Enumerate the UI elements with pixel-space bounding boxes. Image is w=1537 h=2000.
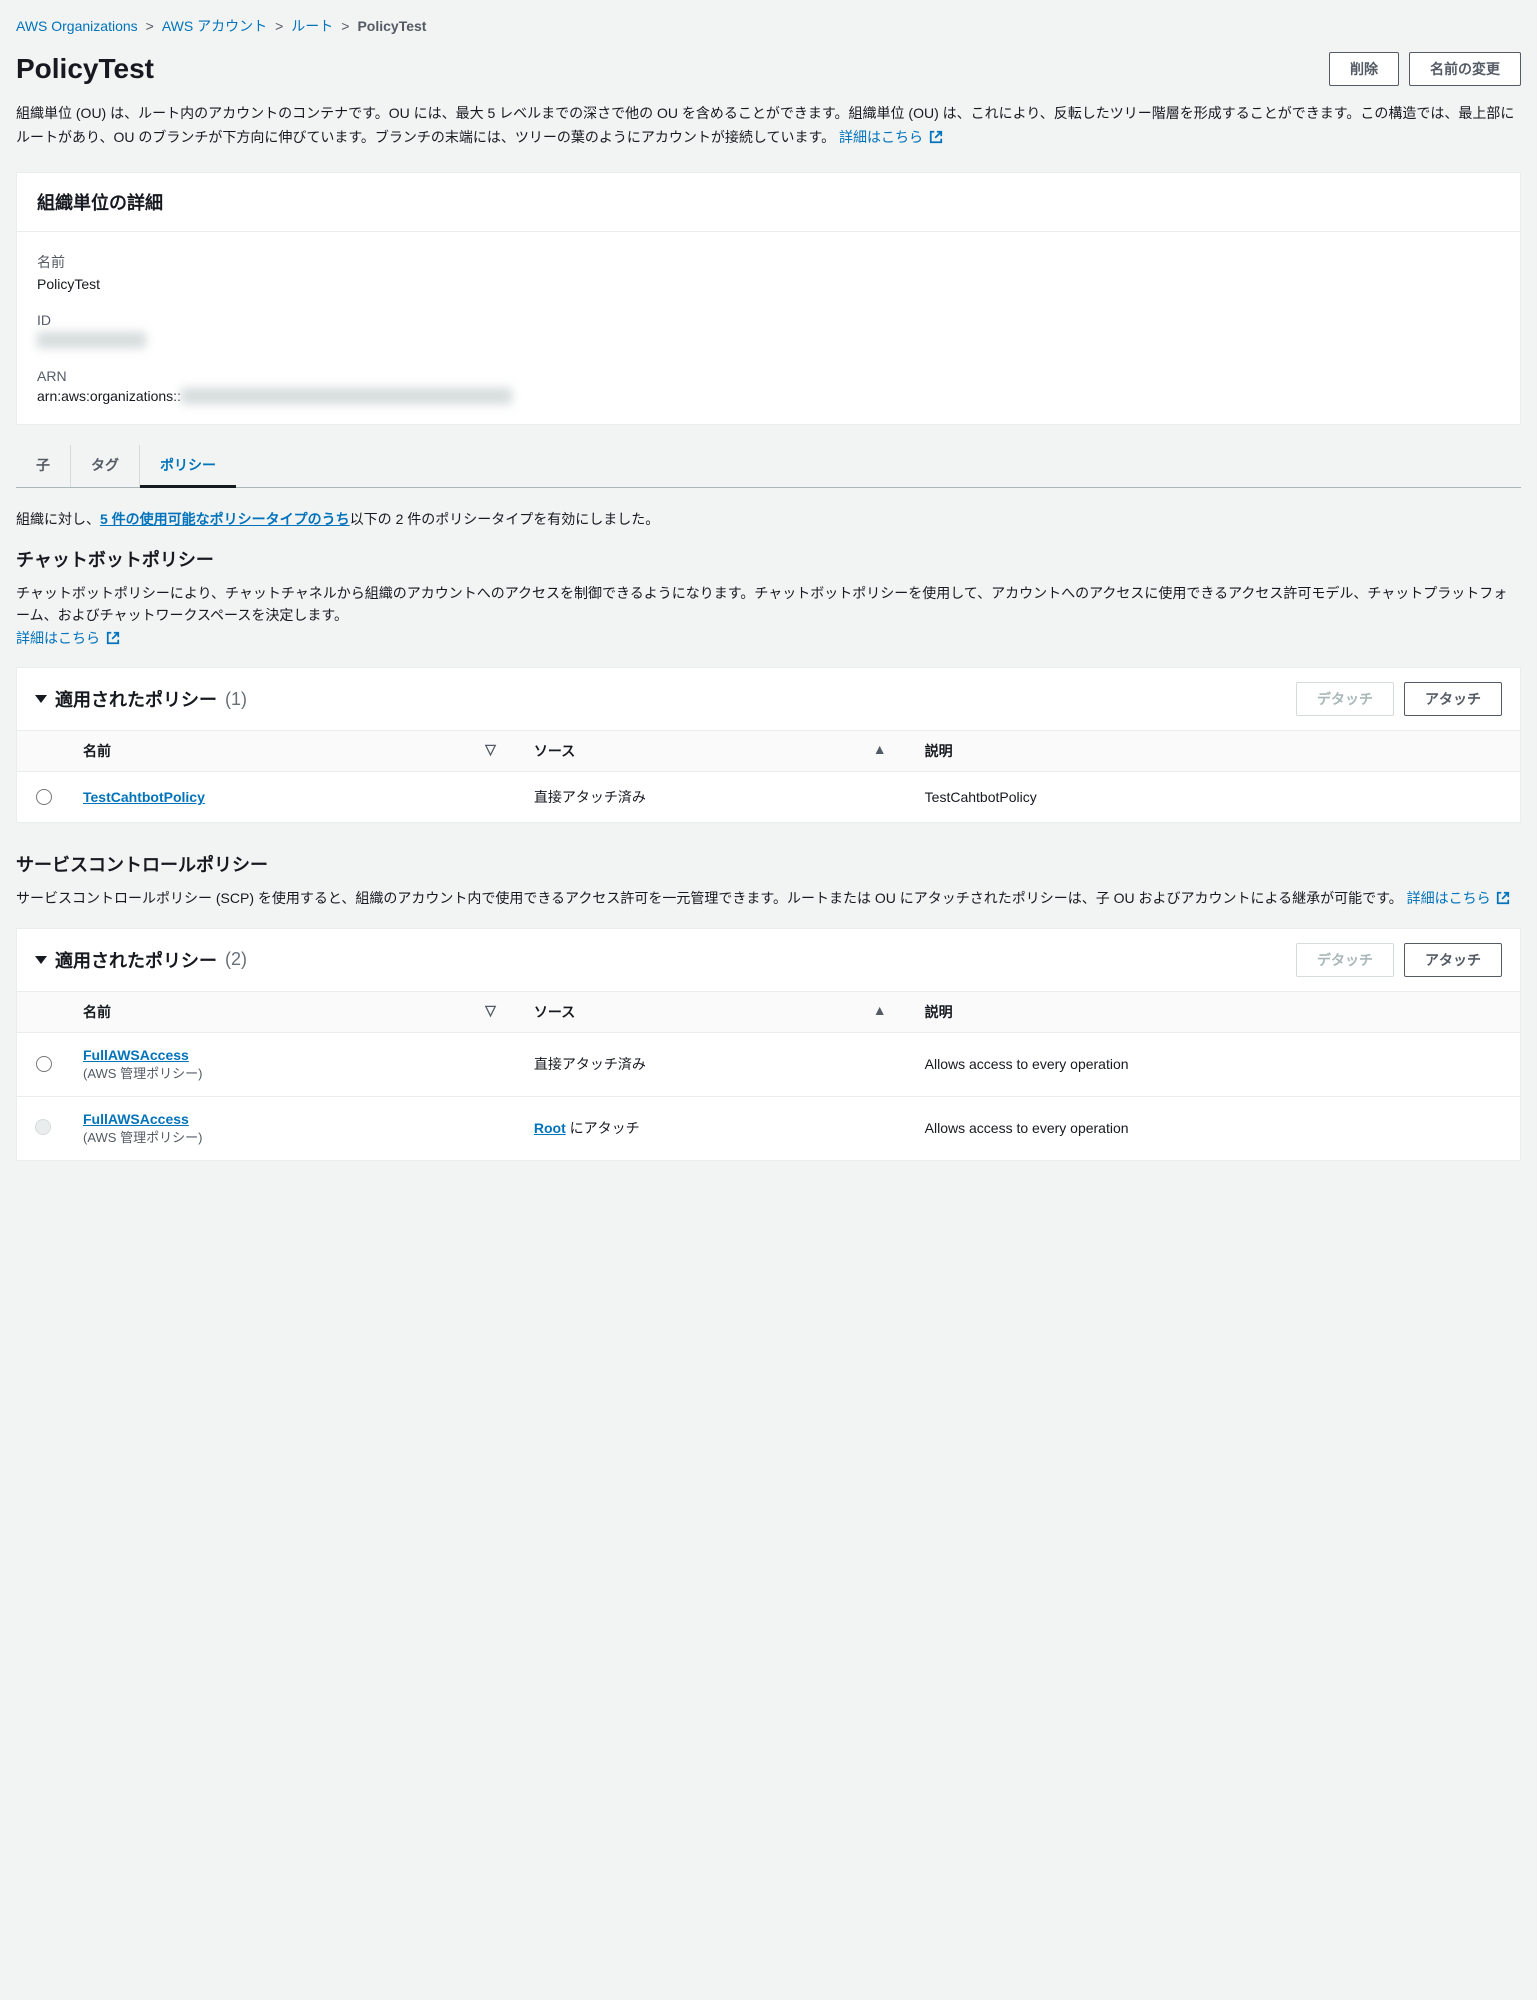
scp-detach-button[interactable]: デタッチ	[1296, 943, 1394, 977]
policy-sub-label: (AWS 管理ポリシー)	[83, 1066, 202, 1081]
policy-name-link[interactable]: FullAWSAccess	[83, 1047, 189, 1063]
source-root-link[interactable]: Root	[534, 1120, 566, 1136]
table-row: TestCahtbotPolicy 直接アタッチ済み TestCahtbotPo…	[17, 772, 1520, 823]
tabs: 子 タグ ポリシー	[16, 445, 1521, 488]
policy-source: 直接アタッチ済み	[520, 772, 911, 823]
name-label: 名前	[37, 252, 1500, 272]
chatbot-title: チャットボットポリシー	[16, 546, 1521, 572]
policy-source: Root にアタッチ	[520, 1096, 911, 1160]
col-name-header[interactable]: 名前▽	[69, 731, 520, 772]
page-description: 組織単位 (OU) は、ルート内のアカウントのコンテナです。OU には、最大 5…	[16, 102, 1521, 152]
col-source-header[interactable]: ソース▲	[520, 731, 911, 772]
chatbot-learn-more-link[interactable]: 詳細はこちら	[16, 630, 120, 646]
tab-children[interactable]: 子	[16, 445, 71, 487]
policy-name-link[interactable]: TestCahtbotPolicy	[83, 789, 205, 805]
col-select	[17, 731, 69, 772]
chatbot-policies-table: 名前▽ ソース▲ 説明 TestCahtbotPolicy 直接アタッチ済み T…	[17, 730, 1520, 822]
breadcrumb-organizations[interactable]: AWS Organizations	[16, 18, 138, 34]
tab-policies[interactable]: ポリシー	[140, 445, 236, 488]
row-select-radio[interactable]	[36, 789, 52, 805]
policy-intro: 組織に対し、5 件の使用可能なポリシータイプのうち以下の 2 件のポリシータイプ…	[16, 508, 1521, 530]
caret-down-icon	[35, 695, 47, 703]
chatbot-detach-button[interactable]: デタッチ	[1296, 682, 1394, 716]
details-header: 組織単位の詳細	[37, 189, 1500, 215]
breadcrumb-current: PolicyTest	[357, 18, 426, 34]
learn-more-link[interactable]: 詳細はこちら	[839, 129, 943, 145]
row-select-radio[interactable]	[36, 1056, 52, 1072]
sort-asc-icon: ▲	[873, 741, 887, 757]
chatbot-applied-title[interactable]: 適用されたポリシー (1)	[35, 686, 247, 712]
policy-desc: Allows access to every operation	[911, 1032, 1520, 1096]
external-link-icon	[1496, 889, 1510, 911]
chatbot-applied-policies-panel: 適用されたポリシー (1) デタッチ アタッチ 名前▽ ソース▲ 説明 Test…	[16, 667, 1521, 823]
scp-learn-more-link[interactable]: 詳細はこちら	[1407, 890, 1511, 906]
policy-types-link[interactable]: 5 件の使用可能なポリシータイプのうち	[100, 511, 350, 527]
name-value: PolicyTest	[37, 276, 1500, 292]
col-select	[17, 991, 69, 1032]
id-label: ID	[37, 312, 1500, 328]
sort-desc-icon: ▽	[485, 1002, 496, 1019]
table-row: FullAWSAccess (AWS 管理ポリシー) 直接アタッチ済み Allo…	[17, 1032, 1520, 1096]
policy-desc: Allows access to every operation	[911, 1096, 1520, 1160]
scp-applied-policies-panel: 適用されたポリシー (2) デタッチ アタッチ 名前▽ ソース▲ 説明 Full…	[16, 928, 1521, 1161]
col-name-header[interactable]: 名前▽	[69, 991, 520, 1032]
ou-details-panel: 組織単位の詳細 名前 PolicyTest ID ou-xxxx-xxxxxxx…	[16, 172, 1521, 425]
table-row: FullAWSAccess (AWS 管理ポリシー) Root にアタッチ Al…	[17, 1096, 1520, 1160]
scp-description: サービスコントロールポリシー (SCP) を使用すると、組織のアカウント内で使用…	[16, 887, 1521, 911]
breadcrumb-root[interactable]: ルート	[291, 16, 333, 36]
sort-desc-icon: ▽	[485, 741, 496, 758]
rename-button[interactable]: 名前の変更	[1409, 52, 1521, 86]
id-value: ou-xxxx-xxxxxxxx	[37, 332, 1500, 348]
col-desc-header[interactable]: 説明	[911, 731, 1520, 772]
arn-label: ARN	[37, 368, 1500, 384]
chatbot-description: チャットボットポリシーにより、チャットチャネルから組織のアカウントへのアクセスを…	[16, 582, 1521, 651]
policy-desc: TestCahtbotPolicy	[911, 772, 1520, 823]
chatbot-attach-button[interactable]: アタッチ	[1404, 682, 1502, 716]
chevron-right-icon: >	[341, 18, 349, 34]
page-title: PolicyTest	[16, 53, 154, 85]
breadcrumb: AWS Organizations > AWS アカウント > ルート > Po…	[16, 16, 1521, 36]
delete-button[interactable]: 削除	[1329, 52, 1399, 86]
scp-attach-button[interactable]: アタッチ	[1404, 943, 1502, 977]
external-link-icon	[929, 128, 943, 152]
sort-asc-icon: ▲	[873, 1002, 887, 1018]
arn-value: arn:aws:organizations::XXXXXXXXXXXX:ou/o…	[37, 388, 1500, 404]
policy-name-link[interactable]: FullAWSAccess	[83, 1111, 189, 1127]
chevron-right-icon: >	[275, 18, 283, 34]
scp-title: サービスコントロールポリシー	[16, 851, 1521, 877]
caret-down-icon	[35, 956, 47, 964]
scp-applied-title[interactable]: 適用されたポリシー (2)	[35, 947, 247, 973]
col-desc-header[interactable]: 説明	[911, 991, 1520, 1032]
external-link-icon	[106, 629, 120, 651]
scp-policies-table: 名前▽ ソース▲ 説明 FullAWSAccess (AWS 管理ポリシー) 直…	[17, 991, 1520, 1160]
col-source-header[interactable]: ソース▲	[520, 991, 911, 1032]
row-select-radio-disabled	[35, 1119, 51, 1135]
policy-source: 直接アタッチ済み	[520, 1032, 911, 1096]
policy-sub-label: (AWS 管理ポリシー)	[83, 1130, 202, 1145]
breadcrumb-accounts[interactable]: AWS アカウント	[162, 16, 267, 36]
chevron-right-icon: >	[146, 18, 154, 34]
tab-tags[interactable]: タグ	[71, 445, 140, 487]
